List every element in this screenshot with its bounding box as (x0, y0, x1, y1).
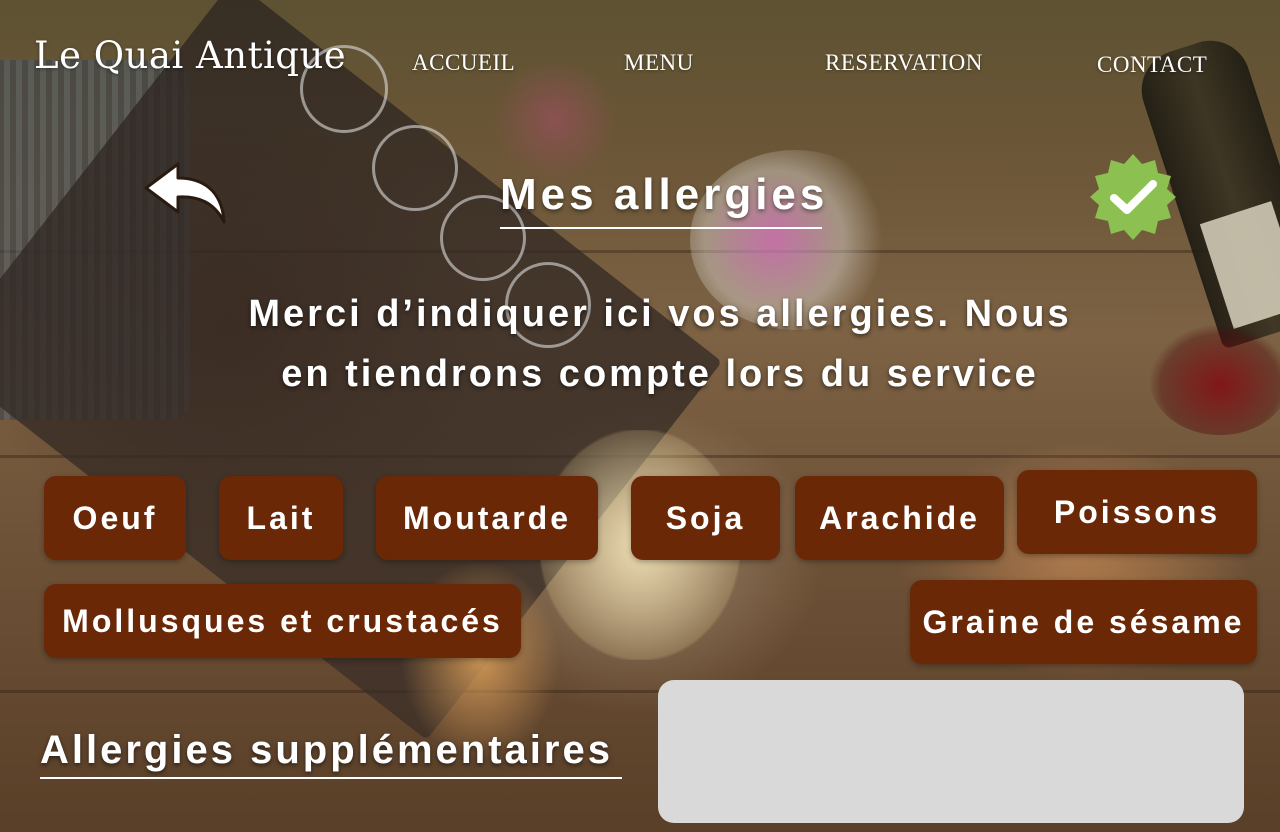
site-logo[interactable]: Le Quai Antique (34, 34, 346, 77)
intro-text: Merci d’indiquer ici vos allergies. Nous… (160, 284, 1160, 404)
extra-allergies-input[interactable] (658, 680, 1244, 823)
nav-link-menu[interactable]: MENU (624, 50, 694, 76)
allergen-button-peanut[interactable]: Arachide (795, 476, 1004, 560)
check-badge-icon (1090, 154, 1176, 240)
nav-link-reservation[interactable]: RESERVATION (825, 50, 983, 76)
intro-line-1: Merci d’indiquer ici vos allergies. Nous (248, 293, 1072, 335)
extra-allergies-label: Allergies supplémentaires (40, 728, 613, 772)
allergen-button-milk[interactable]: Lait (219, 476, 343, 560)
allergen-button-sesame[interactable]: Graine de sésame (910, 580, 1257, 664)
allergen-button-mustard[interactable]: Moutarde (376, 476, 598, 560)
allergen-button-soy[interactable]: Soja (631, 476, 780, 560)
confirm-button[interactable] (1088, 152, 1178, 242)
allergen-button-egg[interactable]: Oeuf (44, 476, 186, 560)
extra-allergies-underline (40, 777, 622, 779)
title-underline (500, 227, 822, 229)
back-arrow-icon (144, 162, 226, 224)
back-button[interactable] (140, 160, 232, 232)
table-plank-line (0, 250, 1280, 253)
allergen-button-shellfish[interactable]: Mollusques et crustacés (44, 584, 521, 658)
nav-link-contact[interactable]: CONTACT (1097, 52, 1207, 78)
table-plank-line (0, 455, 1280, 458)
page-title: Mes allergies (500, 170, 829, 219)
allergen-button-fish[interactable]: Poissons (1017, 470, 1257, 554)
intro-line-2: en tiendrons compte lors du service (281, 353, 1039, 395)
nav-link-home[interactable]: ACCUEIL (412, 50, 515, 76)
